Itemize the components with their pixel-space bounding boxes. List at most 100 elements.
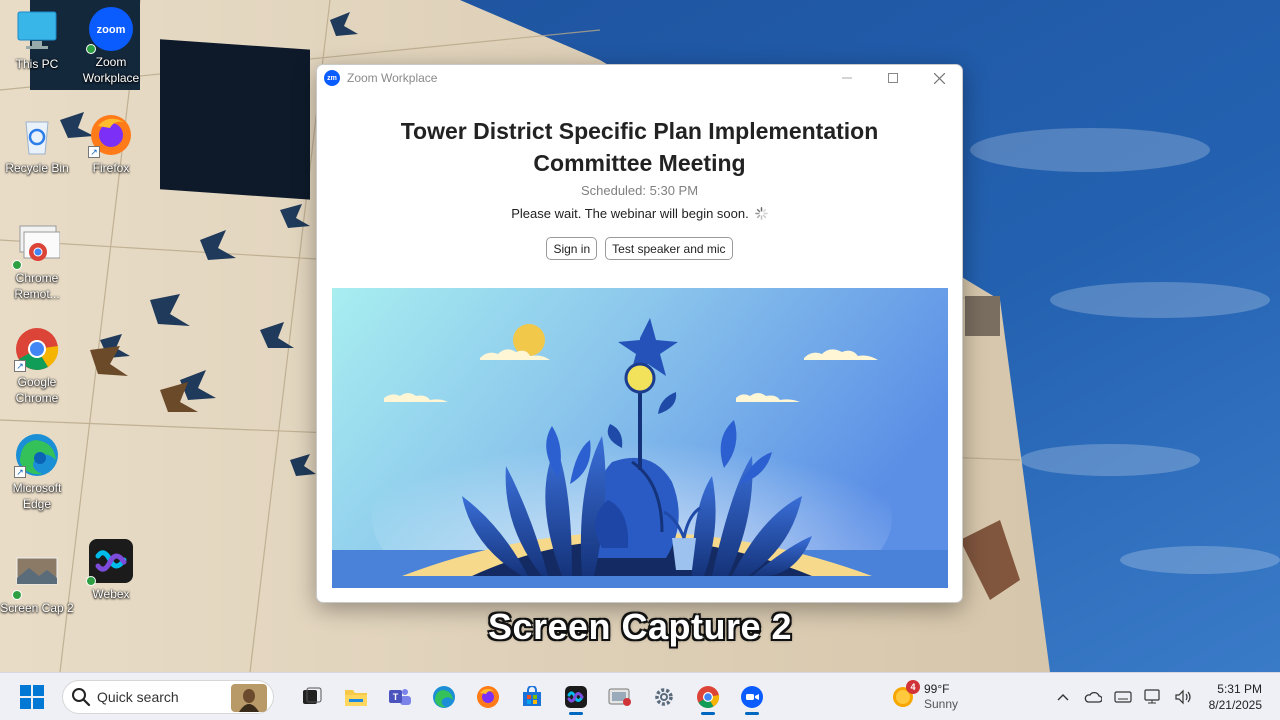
running-indicator (701, 711, 715, 715)
teams-icon: T (389, 688, 411, 705)
chrome-remote-desktop-icon (12, 222, 61, 270)
desktop-icon-chrome-remote[interactable]: Chrome Remot... (0, 222, 74, 302)
desktop-icon-this-pc[interactable]: This PC (0, 8, 74, 72)
maximize-icon (888, 73, 898, 83)
taskbar-teams[interactable]: T (378, 677, 422, 717)
meeting-title-line1: Tower District Specific Plan Implementat… (400, 118, 879, 144)
cloud-icon (1084, 691, 1102, 703)
desktop-icon-label: Firefox (92, 161, 130, 175)
shortcut-arrow-icon: ↗ (88, 146, 100, 158)
chrome-icon (697, 685, 720, 708)
taskbar-settings[interactable] (642, 677, 686, 717)
minimize-button[interactable] (824, 65, 870, 91)
zoom-icon (741, 685, 763, 708)
test-speaker-mic-button[interactable]: Test speaker and mic (605, 237, 733, 260)
speaker-icon (1175, 689, 1191, 705)
screen-capture-icon (608, 688, 631, 706)
windows-logo-icon (20, 684, 44, 709)
desktop-icon-label: Recycle Bin (5, 161, 69, 175)
taskbar-edge[interactable] (422, 677, 466, 717)
desktop-icon-label: Microsoft Edge (12, 481, 62, 511)
start-button[interactable] (12, 677, 52, 717)
clock-date: 8/21/2025 (1208, 698, 1262, 712)
desktop-icon-google-chrome[interactable]: ↗ Google Chrome (0, 326, 74, 406)
sign-in-button[interactable]: Sign in (546, 237, 598, 260)
webex-icon (565, 685, 587, 708)
chrome-icon: ↗ (14, 326, 60, 372)
window-title: Zoom Workplace (347, 71, 438, 85)
desktop-icon-recycle-bin[interactable]: Recycle Bin (0, 112, 74, 176)
taskbar-chrome[interactable] (686, 677, 730, 717)
keyboard-icon (1114, 691, 1132, 703)
loading-spinner-icon (754, 207, 768, 220)
gear-icon (655, 687, 673, 706)
minimize-icon (842, 77, 852, 79)
show-hidden-icons-button[interactable] (1048, 682, 1078, 712)
sync-status-icon (86, 576, 96, 586)
scheduled-time: Scheduled: 5:30 PM (580, 183, 699, 198)
sync-status-icon (12, 590, 22, 600)
sync-status-icon (12, 260, 22, 270)
tray-network[interactable] (1138, 682, 1168, 712)
edge-icon: ↗ (14, 432, 60, 478)
shortcut-arrow-icon: ↗ (14, 360, 26, 372)
close-icon (933, 72, 945, 84)
svg-text:T: T (393, 692, 399, 702)
desktop-icon-zoom-workplace[interactable]: zoom Zoom Workplace (74, 6, 148, 86)
zoom-logo-icon: zm (324, 70, 340, 86)
task-view-icon (303, 687, 322, 704)
taskbar-clock[interactable]: 5:31 PM 8/21/2025 (1209, 681, 1262, 713)
tray-onedrive[interactable] (1078, 682, 1108, 712)
maximize-button[interactable] (870, 65, 916, 91)
waiting-room-illustration (332, 288, 948, 602)
taskbar-webex[interactable] (554, 677, 598, 717)
desktop-icon-microsoft-edge[interactable]: ↗ Microsoft Edge (0, 432, 74, 512)
running-indicator (569, 711, 583, 715)
system-tray (1048, 677, 1198, 717)
tray-keyboard[interactable] (1108, 682, 1138, 712)
meeting-title: Tower District Specific Plan Implementat… (317, 115, 962, 179)
search-highlight-image (231, 683, 267, 712)
svg-text:zoom: zoom (97, 24, 126, 36)
wait-status: Please wait. The webinar will begin soon… (317, 206, 962, 221)
weather-condition: Sunny (924, 697, 959, 711)
shortcut-arrow-icon: ↗ (14, 466, 26, 478)
monitor-icon (14, 8, 60, 54)
taskbar-firefox[interactable] (466, 677, 510, 717)
search-input[interactable] (97, 688, 227, 705)
video-file-icon (12, 552, 60, 600)
taskbar: T 4 (0, 672, 1280, 720)
wait-message: Please wait. The webinar will begin soon… (511, 206, 749, 221)
taskbar-task-view[interactable] (290, 677, 334, 717)
zoom-app-icon: zoom (86, 6, 134, 54)
network-icon (1144, 689, 1160, 704)
edge-icon (433, 685, 455, 708)
close-button[interactable] (916, 65, 962, 91)
tray-volume[interactable] (1168, 682, 1198, 712)
desktop-icon-label: Zoom Workplace (82, 55, 140, 85)
recycle-bin-icon (14, 112, 60, 158)
taskbar-store[interactable] (510, 677, 554, 717)
taskbar-file-explorer[interactable] (334, 677, 378, 717)
weather-widget[interactable]: 4 99°F Sunny (890, 677, 958, 717)
desktop-icon-label: Google Chrome (15, 375, 59, 405)
screen-capture-caption: Screen Capture 2 (487, 606, 793, 647)
taskbar-snipping[interactable] (598, 677, 642, 717)
firefox-icon: ↗ (88, 112, 134, 158)
notification-badge: 4 (906, 680, 920, 694)
weather-temperature: 99°F (924, 682, 950, 696)
desktop-icon-webex[interactable]: Webex (74, 538, 148, 602)
desktop-icon-label: Webex (92, 587, 130, 601)
sunny-weather-icon: 4 (890, 680, 920, 710)
window-titlebar[interactable]: zm Zoom Workplace (317, 65, 962, 91)
desktop-icon-label: This PC (15, 57, 59, 71)
sync-status-icon (86, 44, 96, 54)
taskbar-search[interactable] (62, 679, 274, 714)
taskbar-zoom[interactable] (730, 677, 774, 717)
desktop-icon-label: Chrome Remot... (14, 271, 60, 301)
meeting-title-line2: Committee Meeting (533, 150, 746, 176)
search-icon (72, 687, 91, 706)
chevron-up-icon (1057, 694, 1069, 701)
desktop-icon-firefox[interactable]: ↗ Firefox (74, 112, 148, 176)
running-indicator (745, 711, 759, 715)
